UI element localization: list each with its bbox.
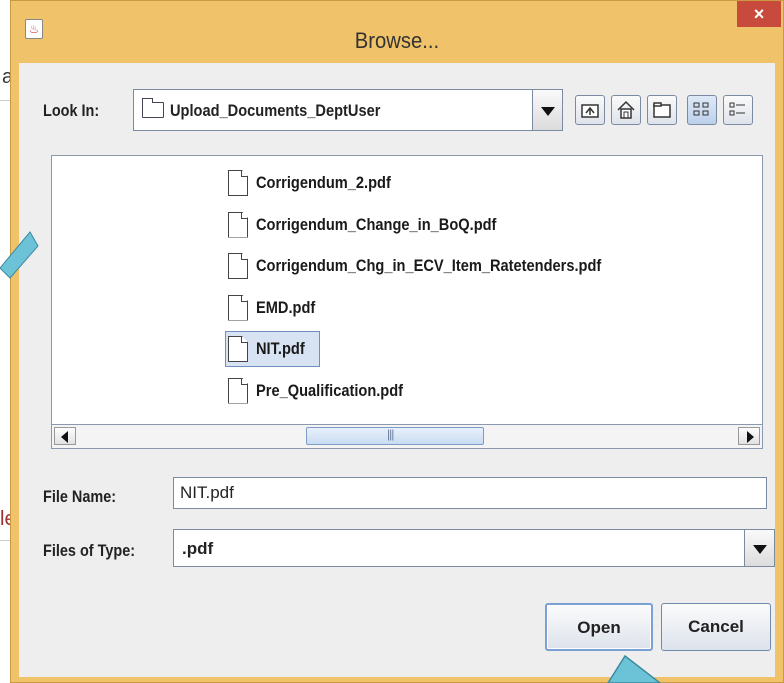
file-name-label: File Name: xyxy=(43,487,117,506)
pdf-file-icon xyxy=(228,211,248,238)
file-type-label: Files of Type: xyxy=(43,541,136,560)
file-type-value: .pdf xyxy=(182,539,214,558)
look-in-label: Look In: xyxy=(43,101,99,121)
file-icon-body xyxy=(228,377,248,404)
file-icon-body xyxy=(228,253,248,279)
look-in-value: Upload_Documents_DeptUser xyxy=(170,101,381,120)
file-item[interactable]: EMD.pdf xyxy=(228,291,325,325)
file-item[interactable]: Pre_Qualification.pdf xyxy=(228,374,427,408)
file-name-text: Corrigendum_Change_in_BoQ.pdf xyxy=(256,214,497,234)
pdf-file-icon xyxy=(228,336,248,362)
details-view-button[interactable] xyxy=(723,95,753,125)
pdf-file-icon xyxy=(228,170,248,196)
java-app-icon: ♨ xyxy=(25,19,43,39)
scroll-left-button[interactable] xyxy=(54,427,76,445)
home-icon xyxy=(617,100,635,119)
new-folder-icon xyxy=(653,102,671,118)
file-name-text: Pre_Qualification.pdf xyxy=(256,380,404,400)
file-item[interactable]: Corrigendum_2.pdf xyxy=(228,166,413,200)
dialog-body: Look In: Upload_Documents_DeptUser Corri… xyxy=(19,63,775,677)
file-type-combo[interactable]: .pdf xyxy=(173,529,745,567)
file-name-text: NIT.pdf xyxy=(256,339,305,358)
pdf-file-icon xyxy=(228,377,248,404)
details-view-icon xyxy=(729,102,745,116)
scroll-right-button[interactable] xyxy=(738,427,760,445)
cancel-button[interactable]: Cancel xyxy=(661,603,771,651)
close-button[interactable]: × xyxy=(737,1,781,27)
file-icon-body xyxy=(228,211,248,238)
file-icon-body xyxy=(228,170,248,196)
title-bar[interactable]: ♨ Browse... × xyxy=(11,1,783,53)
file-name-text: Corrigendum_Chg_in_ECV_Item_Ratetenders.… xyxy=(256,256,602,275)
up-one-level-button[interactable] xyxy=(575,95,605,125)
pdf-file-icon xyxy=(228,253,248,279)
file-icon-body xyxy=(228,294,248,321)
file-name-text: Corrigendum_2.pdf xyxy=(256,173,391,192)
file-type-dropdown-button[interactable] xyxy=(745,529,775,567)
file-list[interactable]: Corrigendum_2.pdf Corrigendum_Change_in_B… xyxy=(51,155,763,425)
folder-icon xyxy=(142,98,164,118)
look-in-label-text: Look In: xyxy=(43,101,100,120)
new-folder-button[interactable] xyxy=(647,95,677,125)
look-in-dropdown-button[interactable] xyxy=(533,89,563,131)
file-name-input[interactable] xyxy=(173,477,767,509)
up-folder-icon xyxy=(581,104,599,118)
file-name-text: EMD.pdf xyxy=(256,297,316,317)
scroll-thumb[interactable] xyxy=(306,427,484,445)
file-item[interactable]: Corrigendum_Chg_in_ECV_Item_Ratetenders.… xyxy=(228,249,657,283)
list-view-button[interactable] xyxy=(687,95,717,125)
browse-dialog: ♨ Browse... × Look In: Upload_Documents_… xyxy=(10,0,784,683)
list-view-icon xyxy=(693,102,709,116)
file-item[interactable]: Corrigendum_Change_in_BoQ.pdf xyxy=(228,208,536,242)
home-button[interactable] xyxy=(611,95,641,125)
file-icon-body xyxy=(228,336,248,362)
file-item[interactable]: NIT.pdf xyxy=(225,331,320,367)
open-button[interactable]: Open xyxy=(545,603,653,651)
horizontal-scrollbar[interactable] xyxy=(51,425,763,449)
look-in-combo[interactable]: Upload_Documents_DeptUser xyxy=(133,89,533,131)
pdf-file-icon xyxy=(228,294,248,321)
